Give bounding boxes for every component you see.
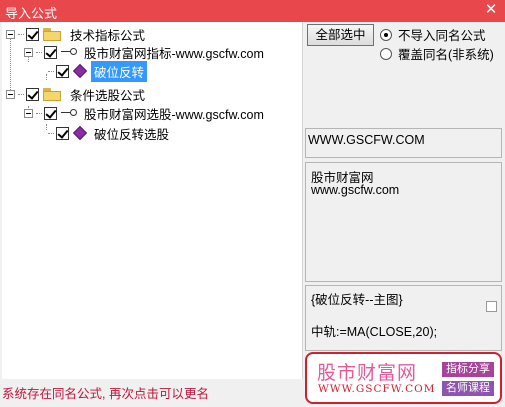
tree-connector <box>36 51 42 53</box>
checkbox-indicator-group[interactable] <box>44 45 57 59</box>
collapse-icon[interactable] <box>24 47 33 57</box>
radio-unselected-icon[interactable] <box>380 47 392 60</box>
window-title: 导入公式 <box>5 6 58 21</box>
description-box: 股市财富网 www.gscfw.com <box>305 162 502 282</box>
website-text: WWW.GSCFW.COM <box>308 133 425 147</box>
description-line-2: www.gscfw.com <box>311 183 400 197</box>
tree-node-label: 破位反转选股 <box>94 127 170 142</box>
title-bar: 导入公式 ✕ <box>0 0 505 22</box>
key-icon <box>61 47 77 57</box>
radio-selected-icon[interactable] <box>380 28 392 41</box>
key-icon <box>61 108 77 118</box>
radio-skip-label: 不导入同名公式 <box>398 29 486 43</box>
tree-connector <box>36 112 42 114</box>
formula-tree[interactable]: 技术指标公式 股市财富网指标-www.gscfw.com 破位反转 条件选股公式 <box>2 22 303 379</box>
tree-connector <box>48 70 54 72</box>
collapse-icon[interactable] <box>6 89 15 99</box>
tree-node-stock-selection-formulas[interactable]: 条件选股公式 <box>6 85 148 103</box>
status-message: 系统存在同名公式, 再次点击可以更名 <box>2 387 209 401</box>
tree-node-poweifanzhuan-xuangu[interactable]: 破位反转选股 <box>48 124 172 142</box>
watermark-brand: 股市财富网 <box>317 362 418 384</box>
gscfw-watermark-banner: 股市财富网 WWW.GSCFW.COM 指标分享 名师课程 <box>305 352 502 404</box>
select-all-button[interactable]: 全部选中 <box>307 24 374 46</box>
import-formula-dialog: 导入公式 ✕ 技术指标公式 股市财富网指标-www.gscfw.com 破位反转… <box>0 0 505 407</box>
tree-node-indicator-group[interactable]: 股市财富网指标-www.gscfw.com <box>24 43 267 61</box>
tree-node-label: 股市财富网指标-www.gscfw.com <box>84 46 264 61</box>
website-field: WWW.GSCFW.COM <box>305 128 502 158</box>
watermark-url: WWW.GSCFW.COM <box>318 383 436 395</box>
formula-preview-box[interactable]: {破位反转--主图} 中轨:=MA(CLOSE,20); <box>305 285 502 351</box>
formula-gem-icon <box>72 125 88 141</box>
folder-icon <box>43 87 61 101</box>
formula-code-line: 中轨:=MA(CLOSE,20); <box>311 325 438 339</box>
checkbox-indicator-formulas[interactable] <box>26 27 39 41</box>
formula-gem-icon <box>72 63 88 79</box>
tree-node-poweifanzhuan[interactable]: 破位反转 <box>48 60 148 82</box>
collapse-icon[interactable] <box>6 29 15 39</box>
folder-icon <box>43 27 61 41</box>
tree-connector <box>46 74 47 80</box>
tree-node-selection-group[interactable]: 股市财富网选股-www.gscfw.com <box>24 104 267 122</box>
close-icon[interactable]: ✕ <box>483 1 499 19</box>
tree-node-indicator-formulas[interactable]: 技术指标公式 <box>6 25 148 43</box>
radio-overwrite-label: 覆盖同名(非系统) <box>398 48 494 62</box>
preview-checkbox[interactable] <box>486 301 497 312</box>
tree-connector <box>18 93 24 95</box>
checkbox-stock-selection-formulas[interactable] <box>26 87 39 101</box>
checkbox-poweifanzhuan-xuangu[interactable] <box>56 126 69 140</box>
tree-connector <box>18 33 24 35</box>
tree-connector <box>48 132 54 134</box>
tree-node-label: 条件选股公式 <box>70 88 146 103</box>
radio-overwrite-duplicates[interactable]: 覆盖同名(非系统) <box>380 44 494 63</box>
formula-title: {破位反转--主图} <box>311 293 403 307</box>
tree-node-label: 破位反转 <box>91 60 148 82</box>
watermark-tag-indicator-share: 指标分享 <box>442 362 494 377</box>
collapse-icon[interactable] <box>24 108 33 118</box>
tree-connector <box>46 124 47 130</box>
tree-node-label: 股市财富网选股-www.gscfw.com <box>84 107 264 122</box>
watermark-tag-courses: 名师课程 <box>442 381 494 396</box>
checkbox-selection-group[interactable] <box>44 106 57 120</box>
checkbox-poweifanzhuan[interactable] <box>56 64 69 78</box>
radio-skip-duplicates[interactable]: 不导入同名公式 <box>380 25 486 44</box>
